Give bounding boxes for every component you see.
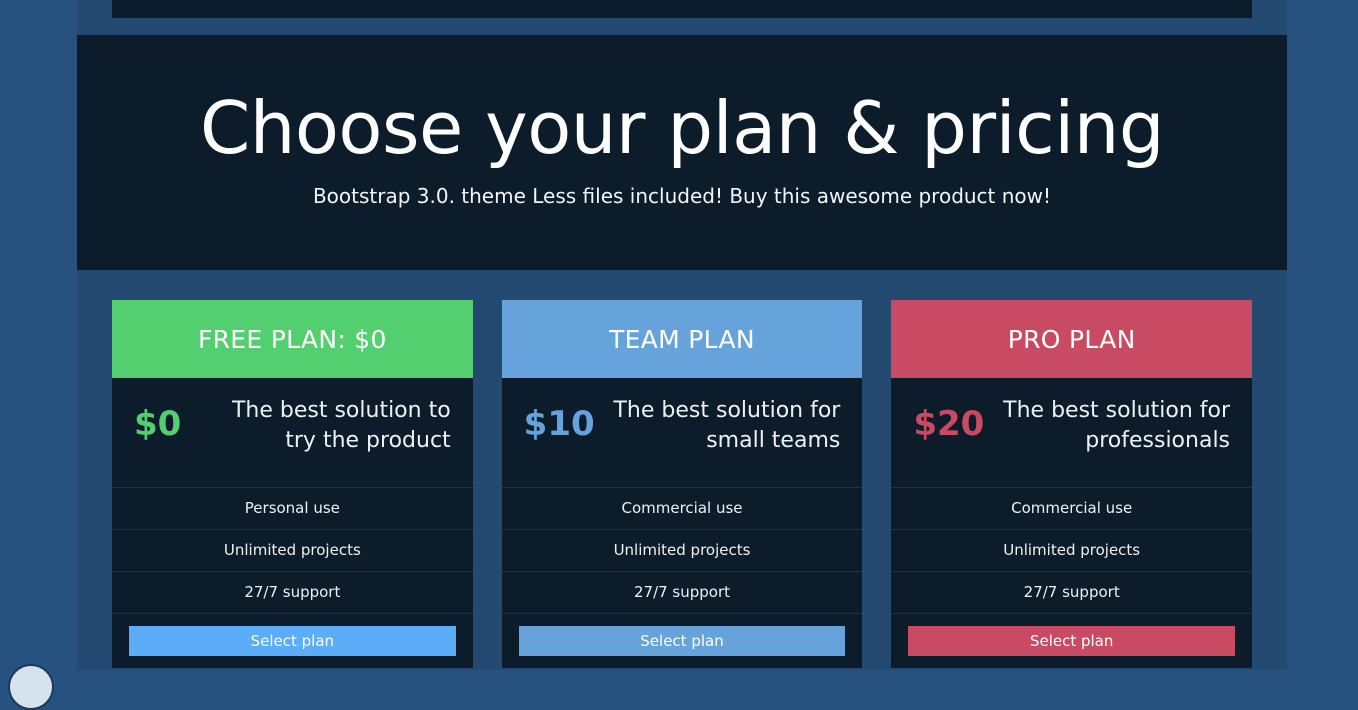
list-item: Unlimited projects bbox=[891, 530, 1253, 572]
plan-description-team: The best solution for small teams bbox=[613, 398, 841, 453]
plan-header-pro: PRO PLAN bbox=[891, 300, 1253, 378]
chat-bubble-icon[interactable] bbox=[8, 664, 54, 710]
plan-features-team: Commercial use Unlimited projects 27/7 s… bbox=[501, 488, 863, 614]
plan-description-free: The best solution to try the product bbox=[231, 398, 451, 453]
page-subtitle: Bootstrap 3.0. theme Less files included… bbox=[312, 183, 1052, 208]
plan-cta-wrap-pro: Select plan bbox=[891, 614, 1252, 656]
plan-cta-wrap-free: Select plan bbox=[112, 614, 473, 656]
pricing-plans-row: FREE PLAN: $0 $0 The best solution to tr… bbox=[112, 300, 1253, 668]
select-plan-button-free[interactable]: Select plan bbox=[129, 626, 456, 656]
list-item: 27/7 support bbox=[112, 572, 473, 614]
page-title: Choose your plan & pricing bbox=[199, 86, 1165, 170]
plan-card-free[interactable]: FREE PLAN: $0 $0 The best solution to tr… bbox=[112, 300, 473, 668]
plan-summary-free: $0 The best solution to try the product bbox=[112, 378, 473, 488]
previous-section-strip bbox=[112, 0, 1252, 18]
plan-card-team[interactable]: TEAM PLAN $10 The best solution for smal… bbox=[501, 300, 863, 668]
plan-price-free: $0 bbox=[134, 404, 182, 444]
plan-features-pro: Commercial use Unlimited projects 27/7 s… bbox=[891, 488, 1253, 614]
plan-header-free: FREE PLAN: $0 bbox=[112, 300, 473, 378]
plan-card-pro[interactable]: PRO PLAN $20 The best solution for profe… bbox=[891, 300, 1253, 668]
list-item: Unlimited projects bbox=[112, 530, 473, 572]
list-item: 27/7 support bbox=[501, 572, 863, 614]
list-item: Unlimited projects bbox=[501, 530, 863, 572]
plan-description-pro: The best solution for professionals bbox=[1003, 398, 1231, 453]
plan-header-team: TEAM PLAN bbox=[501, 300, 863, 378]
plan-summary-pro: $20 The best solution for professionals bbox=[891, 378, 1253, 488]
plan-price-pro: $20 bbox=[913, 404, 985, 444]
list-item: Personal use bbox=[112, 488, 473, 530]
plan-cta-wrap-team: Select plan bbox=[502, 614, 863, 656]
list-item: Commercial use bbox=[891, 488, 1253, 530]
plan-price-team: $10 bbox=[523, 404, 595, 444]
plan-summary-team: $10 The best solution for small teams bbox=[501, 378, 863, 488]
select-plan-button-team[interactable]: Select plan bbox=[518, 626, 846, 656]
hero-jumbotron: Choose your plan & pricing Bootstrap 3.0… bbox=[77, 35, 1287, 270]
plan-features-free: Personal use Unlimited projects 27/7 sup… bbox=[112, 488, 473, 614]
list-item: 27/7 support bbox=[891, 572, 1253, 614]
select-plan-button-pro[interactable]: Select plan bbox=[908, 626, 1236, 656]
list-item: Commercial use bbox=[501, 488, 863, 530]
page-root: Choose your plan & pricing Bootstrap 3.0… bbox=[0, 0, 1358, 710]
